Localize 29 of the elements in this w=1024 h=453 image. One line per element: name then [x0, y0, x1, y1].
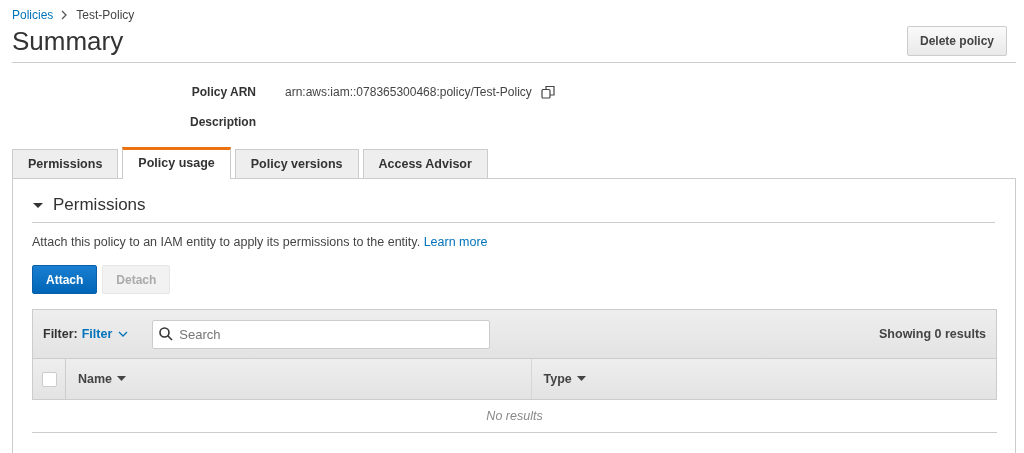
- page-title: Summary: [12, 26, 124, 56]
- chevron-down-icon: [118, 330, 129, 338]
- delete-policy-button[interactable]: Delete policy: [906, 26, 1007, 56]
- chevron-right-icon: [61, 10, 69, 20]
- column-header[interactable]: Type: [531, 359, 996, 399]
- breadcrumb-item: Test-Policy: [76, 8, 135, 22]
- description-text: Attach this policy to an IAM entity to apply its permissions to the entity. Learn more: [32, 235, 489, 249]
- copy-icon: [540, 85, 555, 99]
- filter-dropdown[interactable]: Filter: [81, 327, 129, 341]
- result-count: Showing 0 results: [879, 327, 986, 341]
- select-all-checkbox[interactable]: [41, 371, 57, 387]
- empty-message: No results: [486, 409, 543, 423]
- caret-down-icon: [117, 376, 127, 382]
- tab[interactable]: Access Advisor: [362, 149, 488, 178]
- tab[interactable]: Policy usage: [122, 147, 231, 179]
- detail-value: arn:aws:iam::078365300468:policy/Test-Policy: [285, 85, 532, 99]
- learn-more-link[interactable]: Learn more: [423, 235, 488, 249]
- filter-label: Filter:: [43, 327, 78, 341]
- search-field[interactable]: Search: [152, 319, 491, 349]
- column-header[interactable]: Name: [66, 359, 532, 399]
- breadcrumb-link[interactable]: Policies: [12, 8, 54, 22]
- caret-down-icon: [576, 376, 586, 382]
- tab[interactable]: Policy versions: [234, 149, 359, 178]
- search-icon: [159, 326, 174, 341]
- action-button[interactable]: Attach: [32, 265, 98, 294]
- detail-label: Description: [189, 114, 256, 131]
- tab[interactable]: Permissions: [12, 149, 119, 178]
- detail-label: Policy ARN: [190, 84, 256, 101]
- section-title: Permissions: [53, 195, 146, 215]
